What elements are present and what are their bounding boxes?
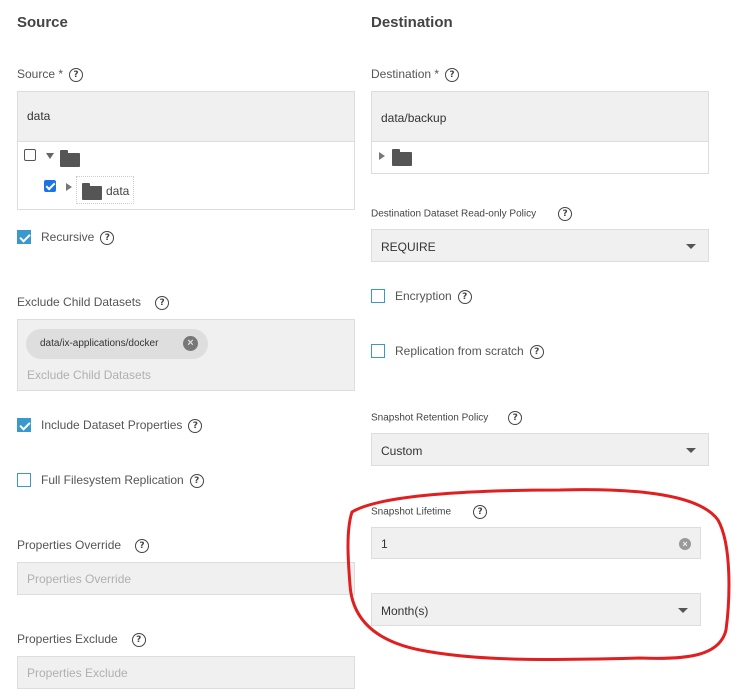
annotation-stroke — [346, 488, 731, 662]
annotation-circle — [346, 488, 731, 662]
